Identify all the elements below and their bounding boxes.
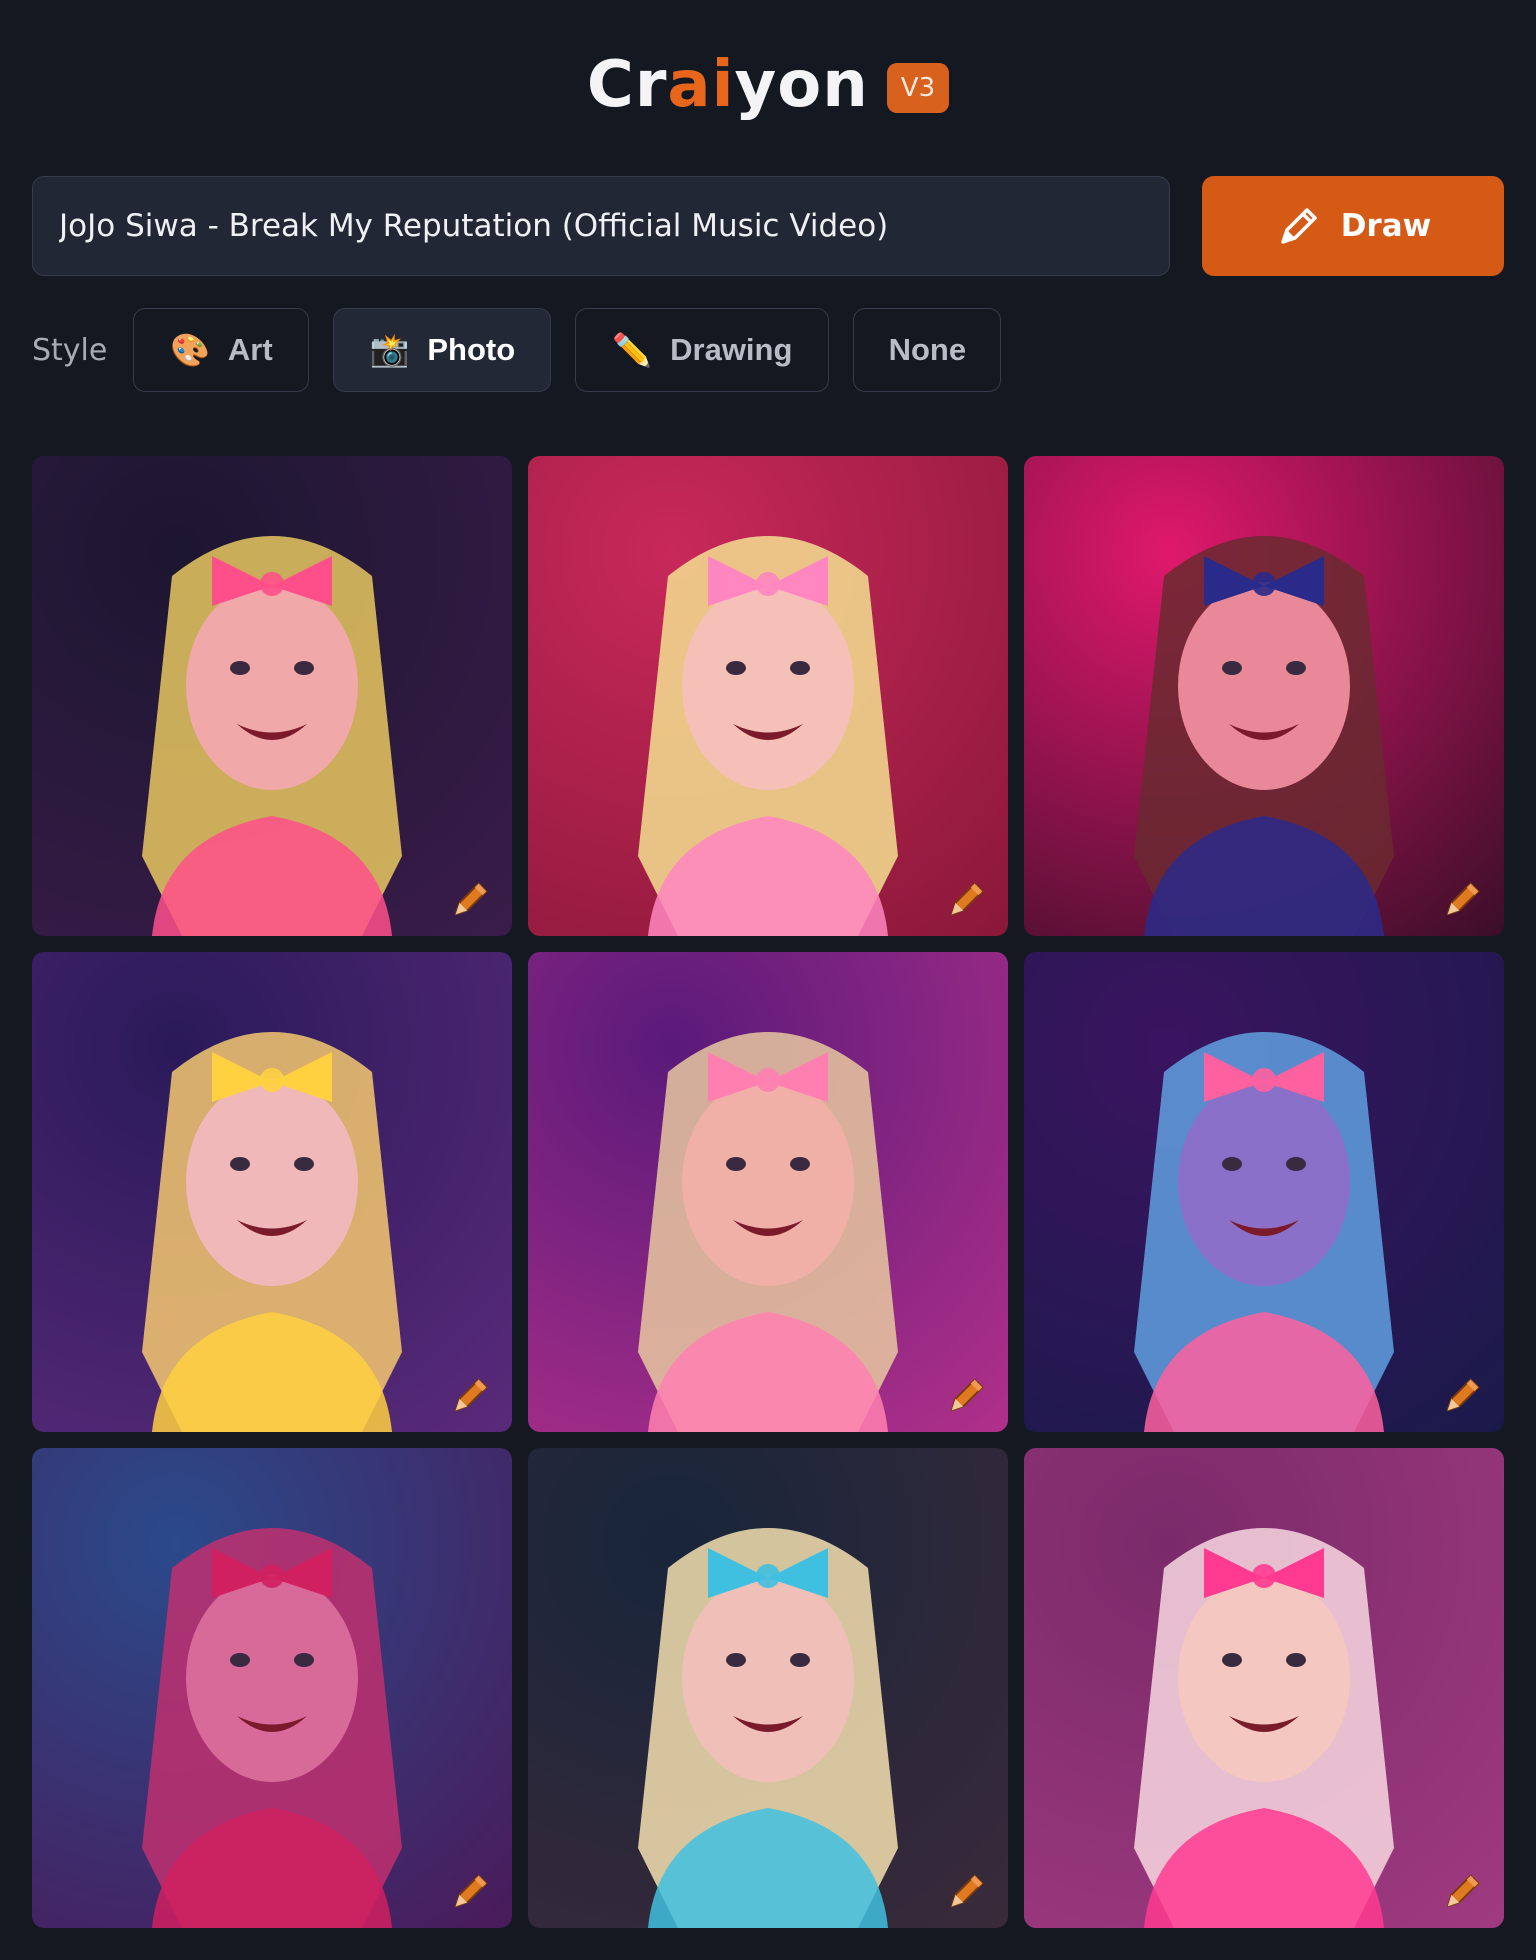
portrait-illustration — [142, 1528, 402, 1928]
generated-image-5[interactable] — [528, 952, 1008, 1432]
style-photo-label: Photo — [427, 332, 516, 367]
prompt-input[interactable] — [32, 176, 1170, 276]
generated-image-6[interactable] — [1024, 952, 1504, 1432]
edit-pencil-icon[interactable] — [944, 876, 990, 922]
portrait-illustration — [638, 1032, 898, 1432]
edit-pencil-icon[interactable] — [448, 876, 494, 922]
generated-image-8[interactable] — [528, 1448, 1008, 1928]
style-label: Style — [32, 332, 108, 368]
portrait-illustration — [1134, 1528, 1394, 1928]
style-art-button[interactable]: 🎨 Art — [133, 308, 310, 392]
edit-pencil-icon[interactable] — [448, 1372, 494, 1418]
portrait-illustration — [1134, 536, 1394, 936]
edit-pencil-icon[interactable] — [1440, 876, 1486, 922]
edit-pencil-icon[interactable] — [1440, 1372, 1486, 1418]
prompt-row: Draw — [32, 176, 1504, 276]
style-drawing-button[interactable]: ✏️ Drawing — [575, 308, 830, 392]
style-photo-button[interactable]: 📸 Photo — [333, 308, 552, 392]
pencil-icon — [1280, 208, 1317, 244]
generated-image-4[interactable] — [32, 952, 512, 1432]
portrait-illustration — [1134, 1032, 1394, 1432]
style-art-label: Art — [227, 332, 273, 367]
edit-pencil-icon[interactable] — [448, 1868, 494, 1914]
style-none-button[interactable]: None — [853, 308, 1002, 392]
craiyon-logo[interactable]: Craiyon — [587, 48, 869, 122]
generated-image-7[interactable] — [32, 1448, 512, 1928]
header: Craiyon V3 — [0, 0, 1536, 170]
image-gallery — [32, 456, 1504, 1928]
generated-image-1[interactable] — [32, 456, 512, 936]
pencil-emoji-icon: ✏️ — [612, 332, 653, 368]
generated-image-2[interactable] — [528, 456, 1008, 936]
palette-icon: 🎨 — [170, 332, 210, 368]
edit-pencil-icon[interactable] — [944, 1868, 990, 1914]
generated-image-3[interactable] — [1024, 456, 1504, 936]
edit-pencil-icon[interactable] — [944, 1372, 990, 1418]
style-selector: Style 🎨 Art 📸 Photo ✏️ Drawing None — [32, 308, 1504, 392]
portrait-illustration — [142, 1032, 402, 1432]
portrait-illustration — [638, 1528, 898, 1928]
portrait-illustration — [638, 536, 898, 936]
style-none-label: None — [888, 332, 967, 367]
portrait-illustration — [142, 536, 402, 936]
version-badge: V3 — [886, 63, 950, 113]
camera-icon: 📸 — [369, 332, 410, 368]
edit-pencil-icon[interactable] — [1440, 1868, 1486, 1914]
generated-image-9[interactable] — [1024, 1448, 1504, 1928]
style-drawing-label: Drawing — [670, 332, 793, 367]
draw-button-label: Draw — [1340, 208, 1432, 244]
draw-button[interactable]: Draw — [1202, 176, 1504, 276]
